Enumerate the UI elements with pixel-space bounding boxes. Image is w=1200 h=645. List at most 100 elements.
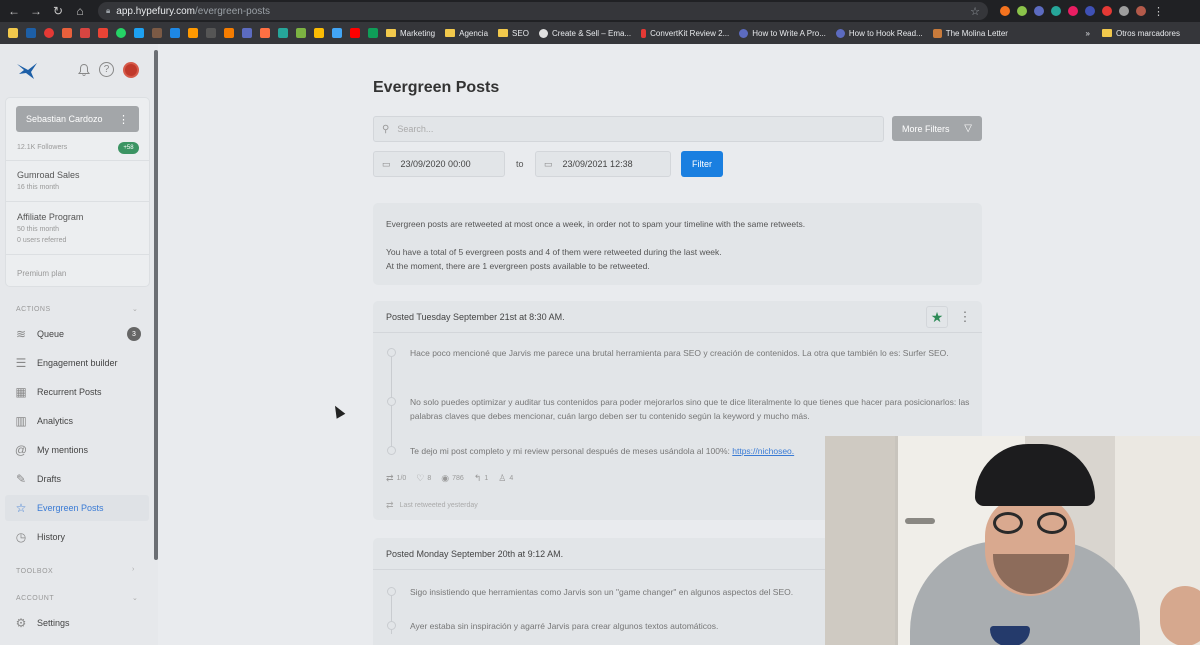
date-range-to-label: to (516, 159, 524, 169)
bookmark-hook-read[interactable]: How to Hook Read... (835, 28, 923, 38)
bookmark-icon[interactable] (296, 28, 306, 38)
sidebar-item-drafts[interactable]: ✎ Drafts (5, 466, 149, 492)
more-filters-button[interactable]: More Filters ▽ (892, 116, 982, 141)
sidebar-item-evergreen-posts[interactable]: ☆ Evergreen Posts (5, 495, 149, 521)
drive-icon[interactable] (314, 28, 324, 38)
bookmark-icon[interactable] (224, 28, 234, 38)
forward-icon[interactable]: → (28, 3, 44, 19)
sidebar-item-engagement-builder[interactable]: ☰ Engagement builder (5, 350, 149, 376)
sidebar-item-history[interactable]: ◷ History (5, 524, 149, 550)
gmail-icon[interactable] (98, 28, 108, 38)
account-switcher-button[interactable]: Sebastian Cardozo ⋮ (16, 106, 139, 132)
bookmark-icon[interactable] (170, 28, 180, 38)
menu-dots-icon[interactable]: ⋮ (1153, 5, 1164, 18)
bookmark-convertkit[interactable]: ConvertKit Review 2... (641, 28, 729, 38)
chevron-right-icon[interactable]: › (132, 566, 134, 573)
funnel-icon: ▽ (964, 123, 972, 134)
home-icon[interactable]: ⌂ (72, 3, 88, 19)
bookmark-folder-seo[interactable]: SEO (498, 29, 529, 38)
post-stats: ⇄ 1/0 ♡ 8 ◉ 786 ↰ 1 ♙ 4 (386, 473, 513, 484)
views-stat: ◉ 786 (441, 473, 464, 484)
evergreen-info-box: Evergreen posts are retweeted at most on… (373, 203, 982, 285)
bookmark-icon[interactable] (62, 28, 72, 38)
info-line: At the moment, there are 1 evergreen pos… (386, 261, 650, 271)
sidebar-item-queue[interactable]: ≋ Queue 3 (5, 321, 149, 347)
bookmark-folder-agencia[interactable]: Agencia (445, 29, 488, 38)
twitter-icon[interactable] (134, 28, 144, 38)
bookmark-icon[interactable] (278, 28, 288, 38)
toolbox-section-label[interactable]: TOOLBOX (16, 568, 53, 575)
affiliate-program-count: 50 this month (17, 226, 60, 233)
other-bookmarks-folder[interactable]: Otros marcadores (1101, 29, 1180, 38)
mouse-cursor (330, 403, 346, 419)
last-retweeted-text: Last retweeted yesterday (399, 502, 478, 509)
puzzle-icon[interactable] (1119, 6, 1129, 16)
extension-icon[interactable] (1085, 6, 1095, 16)
tweet-dot (387, 446, 396, 455)
affiliate-program-title[interactable]: Affiliate Program (17, 212, 83, 222)
hypefury-logo-icon[interactable] (16, 62, 38, 80)
sidebar-item-settings[interactable]: ⚙ Settings (5, 610, 149, 636)
search-input[interactable] (397, 124, 848, 134)
premium-plan-label[interactable]: Premium plan (17, 269, 66, 278)
site-icon (739, 28, 749, 38)
info-text: You have a total of 5 evergreen posts an… (386, 245, 969, 273)
presenter-hand (1160, 586, 1200, 645)
kebab-menu-icon[interactable]: ⋮ (118, 113, 129, 126)
bookmark-icon[interactable] (26, 28, 36, 38)
bookmark-molina-letter[interactable]: The Molina Letter (932, 28, 1008, 38)
extension-icon[interactable] (1000, 6, 1010, 16)
help-icon[interactable]: ? (99, 62, 114, 77)
extension-icon[interactable] (1102, 6, 1112, 16)
account-section-label[interactable]: ACCOUNT (16, 595, 54, 602)
extension-icon[interactable] (1034, 6, 1044, 16)
tweet-link[interactable]: https://nichoseo. (732, 446, 794, 456)
bookmark-icon[interactable] (260, 28, 270, 38)
bookmark-write-pro[interactable]: How to Write A Pro... (739, 28, 826, 38)
date-from-field[interactable]: ▭ 23/09/2020 00:00 (373, 151, 505, 177)
sidebar-scrollbar[interactable] (154, 50, 158, 560)
bookmark-folder-marketing[interactable]: Marketing (386, 29, 435, 38)
search-field[interactable]: ⚲ (373, 116, 884, 142)
extension-icon[interactable] (1017, 6, 1027, 16)
bookmark-icon[interactable] (44, 28, 54, 38)
followers-count: 12.1K Followers (17, 144, 68, 151)
tweet-dot (387, 397, 396, 406)
user-avatar[interactable] (123, 62, 139, 78)
actions-section-label[interactable]: ACTIONS (16, 306, 51, 313)
evergreen-star-icon[interactable]: ★ (926, 306, 948, 328)
amazon-icon[interactable] (188, 28, 198, 38)
back-icon[interactable]: ← (6, 3, 22, 19)
bookmark-icon[interactable] (80, 28, 90, 38)
extension-icon[interactable] (1068, 6, 1078, 16)
whatsapp-icon[interactable] (116, 28, 126, 38)
date-to-field[interactable]: ▭ 23/09/2021 12:38 (535, 151, 671, 177)
bookmark-star-icon[interactable]: ☆ (970, 5, 980, 18)
sidebar-item-recurrent-posts[interactable]: ▦ Recurrent Posts (5, 379, 149, 405)
sidebar-item-my-mentions[interactable]: @ My mentions (5, 437, 149, 463)
edit-icon: ✎ (15, 472, 27, 486)
address-bar[interactable]: 🔒︎ app.hypefury.com/evergreen-posts ☆ (98, 2, 988, 20)
bookmark-icon[interactable] (242, 28, 252, 38)
gear-icon: ⚙ (15, 616, 27, 630)
sidebar-item-label: Evergreen Posts (37, 503, 104, 513)
gumroad-sales-title[interactable]: Gumroad Sales (17, 170, 80, 180)
apps-icon[interactable] (8, 28, 18, 38)
bookmark-icon[interactable] (368, 28, 378, 38)
chevron-down-icon[interactable]: ⌄ (132, 594, 138, 602)
chevron-down-icon[interactable]: ⌄ (132, 305, 138, 313)
sidebar-item-analytics[interactable]: ▥ Analytics (5, 408, 149, 434)
filter-button[interactable]: Filter (681, 151, 723, 177)
bookmark-icon[interactable] (152, 28, 162, 38)
folder-icon (498, 29, 509, 37)
more-bookmarks-button[interactable]: » (1086, 29, 1090, 38)
profile-avatar[interactable] (1136, 6, 1146, 16)
bookmark-create-sell[interactable]: Create & Sell – Ema... (538, 28, 631, 38)
bell-icon[interactable] (77, 63, 91, 77)
post-menu-icon[interactable]: ⋮ (954, 306, 976, 328)
bookmark-icon[interactable] (332, 28, 342, 38)
bookmark-icon[interactable] (206, 28, 216, 38)
extension-icon[interactable] (1051, 6, 1061, 16)
youtube-icon[interactable] (350, 28, 360, 38)
reload-icon[interactable]: ↻ (50, 3, 66, 19)
